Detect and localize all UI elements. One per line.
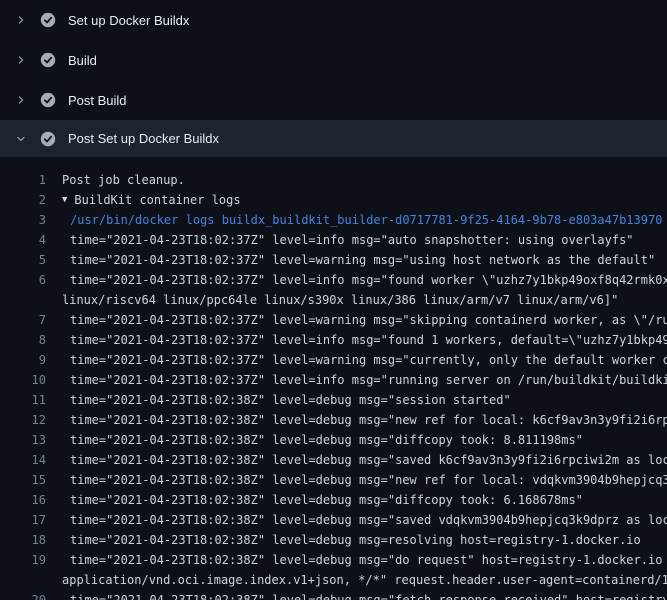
log-viewer: 1Post job cleanup.2 ▼ BuildKit container l… <box>0 157 667 600</box>
line-number[interactable]: 5 <box>0 250 46 270</box>
log-text: time="2021-04-23T18:02:37Z" level=info m… <box>46 370 667 390</box>
step-header-post-set-up-docker-buildx[interactable]: Post Set up Docker Buildx <box>0 120 667 157</box>
log-text: time="2021-04-23T18:02:37Z" level=warnin… <box>46 350 667 370</box>
log-text: linux/riscv64 linux/ppc64le linux/s390x … <box>46 290 667 310</box>
line-number[interactable] <box>0 570 46 590</box>
line-number[interactable]: 20 <box>0 590 46 600</box>
log-line: 9time="2021-04-23T18:02:37Z" level=warni… <box>0 350 667 370</box>
log-line: application/vnd.oci.image.index.v1+json,… <box>0 570 667 590</box>
line-number[interactable]: 7 <box>0 310 46 330</box>
log-text: time="2021-04-23T18:02:37Z" level=warnin… <box>46 310 667 330</box>
step-label: Post Build <box>68 93 127 108</box>
line-number[interactable] <box>0 290 46 310</box>
log-text: time="2021-04-23T18:02:38Z" level=debug … <box>46 430 667 450</box>
chevron-right-icon[interactable] <box>14 93 28 107</box>
chevron-down-icon[interactable] <box>14 132 28 146</box>
log-group-toggle[interactable]: ▼ BuildKit container logs <box>46 190 667 210</box>
log-text: time="2021-04-23T18:02:38Z" level=debug … <box>46 550 667 570</box>
check-circle-icon <box>40 92 56 108</box>
line-number[interactable]: 14 <box>0 450 46 470</box>
log-line: 12time="2021-04-23T18:02:38Z" level=debu… <box>0 410 667 430</box>
check-circle-icon <box>40 12 56 28</box>
chevron-right-icon[interactable] <box>14 13 28 27</box>
triangle-down-icon: ▼ <box>62 190 67 210</box>
step-label: Post Set up Docker Buildx <box>68 131 219 146</box>
step-header-set-up-docker-buildx[interactable]: Set up Docker Buildx <box>0 0 667 40</box>
log-line: 7time="2021-04-23T18:02:37Z" level=warni… <box>0 310 667 330</box>
line-number[interactable]: 6 <box>0 270 46 290</box>
log-command-text: /usr/bin/docker logs buildx_buildkit_bui… <box>46 210 667 230</box>
line-number[interactable]: 19 <box>0 550 46 570</box>
line-number[interactable]: 9 <box>0 350 46 370</box>
log-text: time="2021-04-23T18:02:38Z" level=debug … <box>46 490 667 510</box>
log-line: 13time="2021-04-23T18:02:38Z" level=debu… <box>0 430 667 450</box>
log-text: time="2021-04-23T18:02:38Z" level=debug … <box>46 530 667 550</box>
log-text: time="2021-04-23T18:02:38Z" level=debug … <box>46 390 667 410</box>
line-number[interactable]: 4 <box>0 230 46 250</box>
log-line: 10time="2021-04-23T18:02:37Z" level=info… <box>0 370 667 390</box>
log-line: linux/riscv64 linux/ppc64le linux/s390x … <box>0 290 667 310</box>
log-line: 4time="2021-04-23T18:02:37Z" level=info … <box>0 230 667 250</box>
line-number[interactable]: 18 <box>0 530 46 550</box>
step-header-build[interactable]: Build <box>0 40 667 80</box>
log-line: 15time="2021-04-23T18:02:38Z" level=debu… <box>0 470 667 490</box>
log-text: time="2021-04-23T18:02:38Z" level=debug … <box>46 410 667 430</box>
log-line: 8time="2021-04-23T18:02:37Z" level=info … <box>0 330 667 350</box>
line-number[interactable]: 16 <box>0 490 46 510</box>
group-label: BuildKit container logs <box>74 190 240 210</box>
log-line: 16time="2021-04-23T18:02:38Z" level=debu… <box>0 490 667 510</box>
log-line: 18time="2021-04-23T18:02:38Z" level=debu… <box>0 530 667 550</box>
log-text: time="2021-04-23T18:02:38Z" level=debug … <box>46 590 667 600</box>
line-number[interactable]: 10 <box>0 370 46 390</box>
step-list: Set up Docker Buildx Build Post Build Post … <box>0 0 667 157</box>
log-text: time="2021-04-23T18:02:38Z" level=debug … <box>46 470 667 490</box>
workflow-log-page: Set up Docker Buildx Build Post Build Post … <box>0 0 667 600</box>
step-label: Build <box>68 53 97 68</box>
line-number[interactable]: 3 <box>0 210 46 230</box>
line-number[interactable]: 15 <box>0 470 46 490</box>
log-text: time="2021-04-23T18:02:37Z" level=info m… <box>46 230 667 250</box>
log-line: 17time="2021-04-23T18:02:38Z" level=debu… <box>0 510 667 530</box>
log-text: time="2021-04-23T18:02:37Z" level=info m… <box>46 330 667 350</box>
check-circle-icon <box>40 131 56 147</box>
log-text: time="2021-04-23T18:02:38Z" level=debug … <box>46 510 667 530</box>
log-line: 19time="2021-04-23T18:02:38Z" level=debu… <box>0 550 667 570</box>
line-number[interactable]: 1 <box>0 170 46 190</box>
line-number[interactable]: 2 <box>0 190 46 210</box>
log-line: 3/usr/bin/docker logs buildx_buildkit_bu… <box>0 210 667 230</box>
log-line: 6time="2021-04-23T18:02:37Z" level=info … <box>0 270 667 290</box>
step-label: Set up Docker Buildx <box>68 13 189 28</box>
line-number[interactable]: 11 <box>0 390 46 410</box>
log-line: 11time="2021-04-23T18:02:38Z" level=debu… <box>0 390 667 410</box>
log-text: time="2021-04-23T18:02:37Z" level=info m… <box>46 270 667 290</box>
log-text: application/vnd.oci.image.index.v1+json,… <box>46 570 667 590</box>
log-line: 1Post job cleanup. <box>0 170 667 190</box>
chevron-right-icon[interactable] <box>14 53 28 67</box>
line-number[interactable]: 12 <box>0 410 46 430</box>
check-circle-icon <box>40 52 56 68</box>
log-text: Post job cleanup. <box>46 170 667 190</box>
log-line: 14time="2021-04-23T18:02:38Z" level=debu… <box>0 450 667 470</box>
line-number[interactable]: 17 <box>0 510 46 530</box>
log-line: 5time="2021-04-23T18:02:37Z" level=warni… <box>0 250 667 270</box>
log-text: time="2021-04-23T18:02:38Z" level=debug … <box>46 450 667 470</box>
line-number[interactable]: 8 <box>0 330 46 350</box>
step-header-post-build[interactable]: Post Build <box>0 80 667 120</box>
log-line: 20time="2021-04-23T18:02:38Z" level=debu… <box>0 590 667 600</box>
line-number[interactable]: 13 <box>0 430 46 450</box>
log-line: 2 ▼ BuildKit container logs <box>0 190 667 210</box>
log-text: time="2021-04-23T18:02:37Z" level=warnin… <box>46 250 667 270</box>
